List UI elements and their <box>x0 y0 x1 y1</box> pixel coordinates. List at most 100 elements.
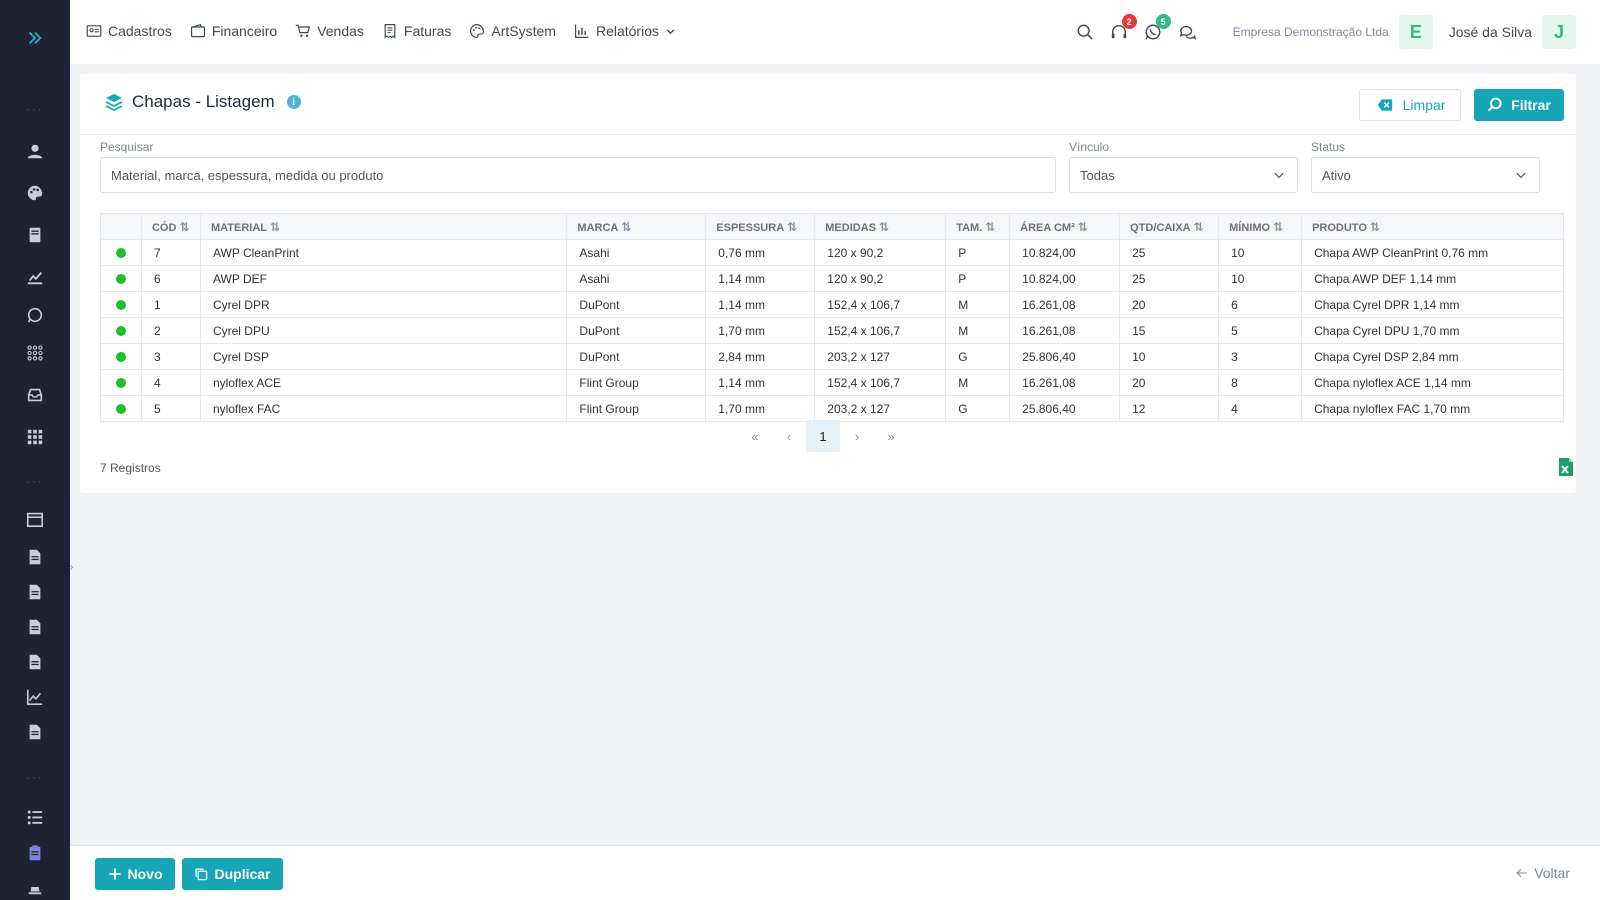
table-row[interactable]: 5 nyloflex FAC Flint Group 1,70 mm 203,2 x 1… <box>100 395 1564 422</box>
chevron-down-icon <box>1274 172 1284 179</box>
sidebar-edge-chevron-icon[interactable]: › <box>70 562 78 578</box>
prev-page-button[interactable]: ‹ <box>772 420 806 452</box>
sort-icon[interactable]: ⇅ <box>1194 220 1204 234</box>
filter-button[interactable]: Filtrar <box>1474 89 1564 121</box>
table-cell: Cyrel DPU <box>199 317 568 344</box>
dot-grid-icon <box>27 345 43 361</box>
sort-icon[interactable]: ⇅ <box>1078 220 1088 234</box>
table-row[interactable]: 4 nyloflex ACE Flint Group 1,14 mm 152,4 x 1… <box>100 369 1564 396</box>
book-icon <box>29 227 41 243</box>
sort-icon[interactable]: ⇅ <box>179 220 189 234</box>
status-select[interactable]: Ativo <box>1311 157 1540 193</box>
sort-icon[interactable]: ⇅ <box>985 220 995 234</box>
excel-export-icon[interactable] <box>1557 457 1575 477</box>
sort-icon[interactable]: ⇅ <box>1273 220 1283 234</box>
column-header-label: PRODUTO <box>1312 221 1367 234</box>
chevron-down-icon <box>1516 172 1526 179</box>
sidebar-item-reports[interactable] <box>24 266 46 288</box>
sidebar-item-book[interactable] <box>24 224 46 246</box>
table-row[interactable]: 6 AWP DEF Asahi 1,14 mm 120 x 90,2 P 10.824,00… <box>100 265 1564 292</box>
table-cell: Chapa Cyrel DSP 2,84 mm <box>1301 343 1564 370</box>
expand-sidebar-button[interactable] <box>20 26 50 50</box>
last-page-button[interactable]: » <box>874 420 908 452</box>
back-label: Voltar <box>1534 865 1570 881</box>
table-row[interactable]: 3 Cyrel DSP DuPont 2,84 mm 203,2 x 127 G 25.80… <box>100 343 1564 370</box>
sidebar-item-doc-1[interactable] <box>24 546 46 568</box>
company-name[interactable]: Empresa Demonstração Ltda <box>1233 25 1389 39</box>
next-page-button[interactable]: › <box>840 420 874 452</box>
new-label: Novo <box>127 866 163 882</box>
nav-relatorios[interactable]: Relatórios <box>574 23 676 39</box>
sidebar-item-clipboard[interactable] <box>24 842 46 864</box>
sidebar-item-calendar[interactable] <box>24 508 46 530</box>
status-value: Ativo <box>1322 167 1351 183</box>
status-cell <box>100 317 142 344</box>
sidebar-item-users[interactable] <box>24 140 46 162</box>
duplicate-button[interactable]: Duplicar <box>182 858 283 890</box>
sidebar-item-doc-2[interactable] <box>24 581 46 603</box>
table-row[interactable]: 1 Cyrel DPR DuPont 1,14 mm 152,4 x 106,7 M 16.… <box>100 291 1564 318</box>
new-button[interactable]: Novo <box>95 858 175 890</box>
table-cell: 25 <box>1119 239 1220 266</box>
sidebar-item-area-chart[interactable] <box>24 686 46 708</box>
column-header[interactable]: ESPESSURA ⇅ <box>705 213 816 240</box>
column-header[interactable]: TAM. ⇅ <box>945 213 1011 240</box>
table-cell: Asahi <box>566 239 707 266</box>
sidebar-item-palette[interactable] <box>24 182 46 204</box>
sort-icon[interactable]: ⇅ <box>1370 220 1380 234</box>
column-header[interactable]: PRODUTO ⇅ <box>1301 213 1564 240</box>
column-header-label: ÁREA CM² <box>1020 221 1075 234</box>
whatsapp-button[interactable]: 5 <box>1143 14 1171 42</box>
column-header[interactable]: CÓD ⇅ <box>140 213 201 240</box>
support-button[interactable]: 2 <box>1109 14 1137 42</box>
sidebar-item-doc-4[interactable] <box>24 651 46 673</box>
nav-faturas[interactable]: Faturas <box>382 23 451 39</box>
info-icon[interactable]: i <box>286 95 301 109</box>
table-cell: 120 x 90,2 <box>814 265 947 292</box>
search-input[interactable]: Material, marca, espessura, medida ou pr… <box>100 157 1056 193</box>
table-row[interactable]: 2 Cyrel DPU DuPont 1,70 mm 152,4 x 106,7 M 16.… <box>100 317 1564 344</box>
search-button[interactable] <box>1075 22 1095 42</box>
sidebar-item-stamp[interactable] <box>24 876 46 898</box>
top-right-area: 2 5 Empresa Demonstração Ltda E José da … <box>1061 14 1576 49</box>
nav-cadastros[interactable]: Cadastros <box>86 23 172 39</box>
column-header-label: MÍNIMO <box>1229 221 1271 234</box>
company-avatar[interactable]: E <box>1398 15 1433 49</box>
first-page-button[interactable]: « <box>738 420 772 452</box>
column-header[interactable]: MEDIDAS ⇅ <box>814 213 947 240</box>
table-row[interactable]: 7 AWP CleanPrint Asahi 0,76 mm 120 x 90,2 P 10… <box>100 239 1564 266</box>
current-page-button[interactable]: 1 <box>806 420 840 452</box>
column-header[interactable]: MÍNIMO ⇅ <box>1218 213 1303 240</box>
chat-button[interactable] <box>1177 22 1197 42</box>
wallet-icon <box>190 23 205 38</box>
vinculo-select[interactable]: Todas <box>1069 157 1298 193</box>
nav-vendas[interactable]: Vendas <box>295 23 364 39</box>
sidebar-item-doc-5[interactable] <box>24 721 46 743</box>
column-header[interactable]: ÁREA CM² ⇅ <box>1009 213 1121 240</box>
user-name[interactable]: José da Silva <box>1449 24 1532 40</box>
user-avatar[interactable]: J <box>1542 15 1576 49</box>
sidebar-item-doc-3[interactable] <box>24 616 46 638</box>
footer-bar: Novo Duplicar Voltar <box>70 845 1600 900</box>
column-header[interactable]: QTD/CAIXA ⇅ <box>1119 213 1220 240</box>
sidebar-item-inbox[interactable] <box>24 384 46 406</box>
sort-icon[interactable]: ⇅ <box>787 220 797 234</box>
sidebar-item-apps[interactable] <box>24 342 46 364</box>
sidebar-item-whatsapp[interactable] <box>24 304 46 326</box>
sidebar-item-grid[interactable] <box>24 426 46 448</box>
back-button[interactable]: Voltar <box>1516 865 1570 881</box>
sort-icon[interactable]: ⇅ <box>621 220 631 234</box>
column-header[interactable]: MATERIAL ⇅ <box>199 213 568 240</box>
duplicate-label: Duplicar <box>214 866 271 882</box>
nav-artsystem[interactable]: ArtSystem <box>469 23 556 39</box>
sort-icon[interactable]: ⇅ <box>879 220 889 234</box>
support-badge: 2 <box>1121 14 1137 29</box>
table-cell: 1,14 mm <box>705 291 816 318</box>
nav-financeiro[interactable]: Financeiro <box>190 23 277 39</box>
sidebar-item-list[interactable] <box>24 806 46 828</box>
table-cell: 2,84 mm <box>705 343 816 370</box>
sort-icon[interactable]: ⇅ <box>270 220 280 234</box>
clear-button[interactable]: Limpar <box>1359 89 1461 121</box>
column-header[interactable]: MARCA ⇅ <box>566 213 707 240</box>
table-cell: 203,2 x 127 <box>814 343 947 370</box>
